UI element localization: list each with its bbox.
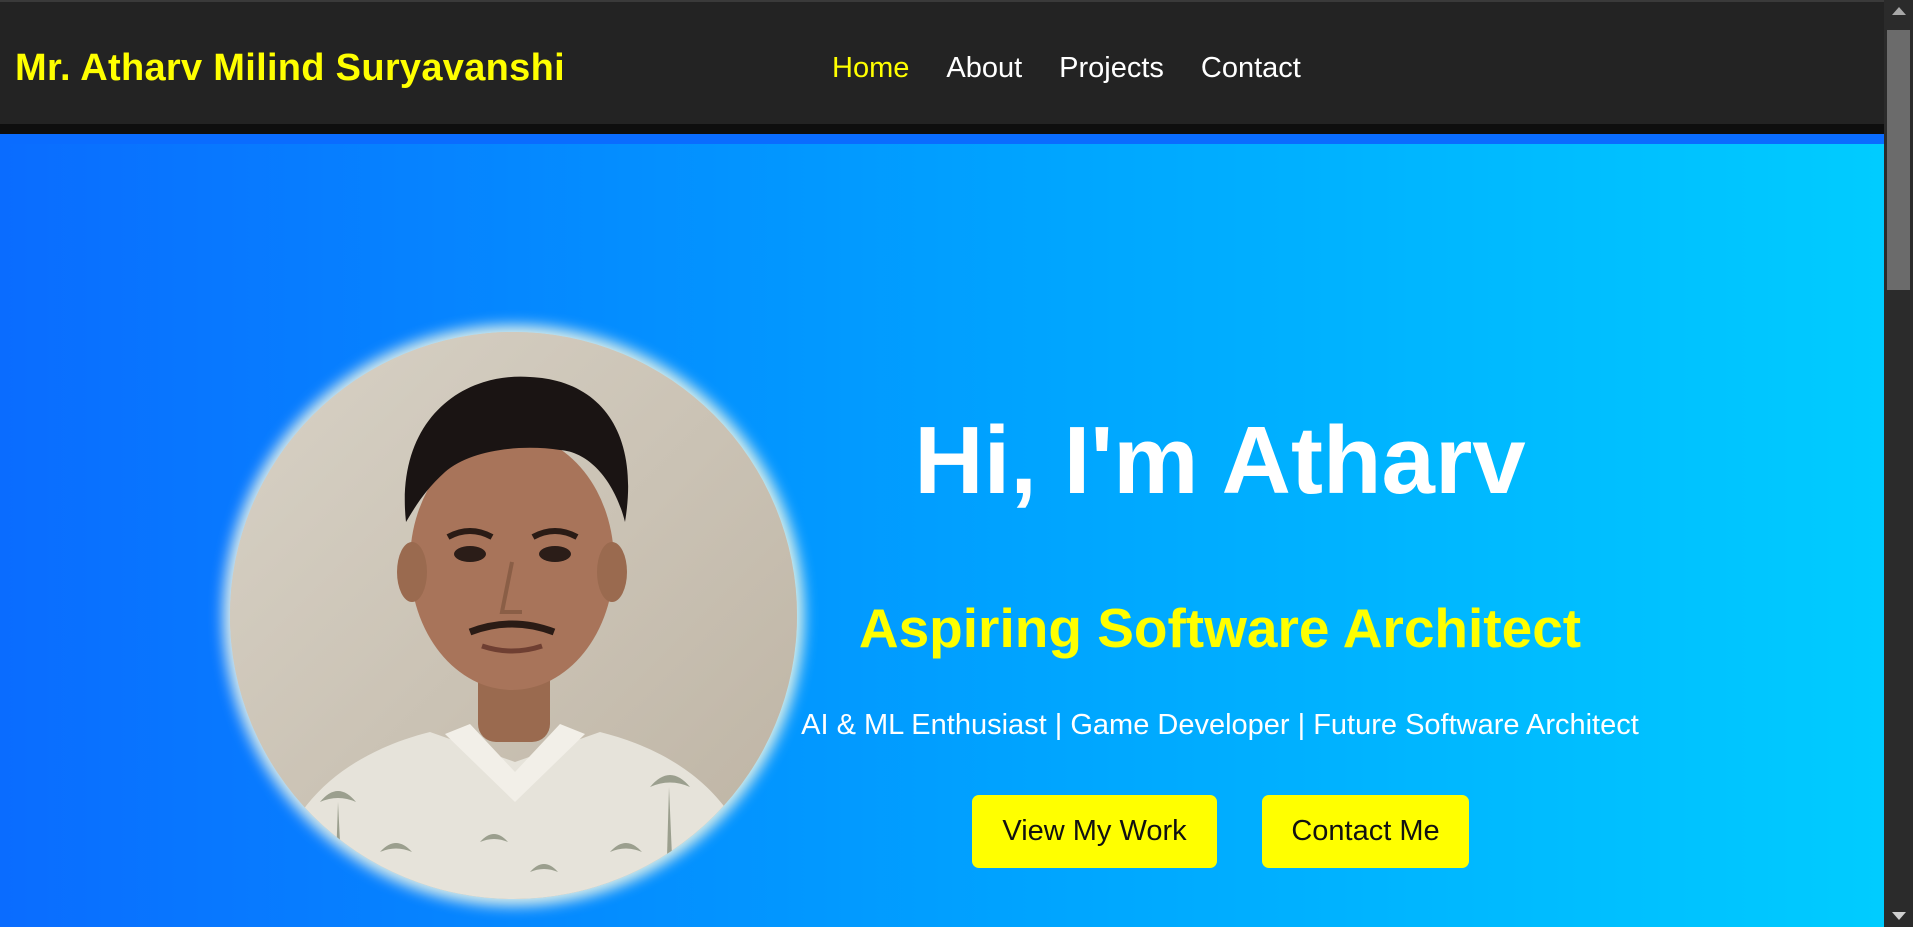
profile-photo xyxy=(230,332,797,899)
profile-photo-illustration xyxy=(230,332,797,899)
nav-links: Home About Projects Contact xyxy=(832,52,1301,85)
contact-me-button[interactable]: Contact Me xyxy=(1262,795,1469,868)
hero-section: Hi, I'm Atharv Aspiring Software Archite… xyxy=(0,144,1884,927)
view-my-work-button[interactable]: View My Work xyxy=(972,795,1217,868)
nav-link-home[interactable]: Home xyxy=(832,52,909,85)
nav-link-contact[interactable]: Contact xyxy=(1201,52,1301,85)
scroll-down-arrow-icon[interactable] xyxy=(1884,905,1913,927)
scroll-up-arrow-icon[interactable] xyxy=(1884,0,1913,22)
hero-title: Hi, I'm Atharv xyxy=(914,407,1526,514)
vertical-scrollbar[interactable] xyxy=(1884,0,1913,927)
hero-subtitle: Aspiring Software Architect xyxy=(858,597,1582,659)
hero-tagline: AI & ML Enthusiast | Game Developer | Fu… xyxy=(801,709,1639,741)
scrollbar-thumb[interactable] xyxy=(1887,30,1910,290)
nav-link-about[interactable]: About xyxy=(946,52,1022,85)
browser-viewport: Mr. Atharv Milind Suryavanshi Home About… xyxy=(0,0,1884,927)
site-brand[interactable]: Mr. Atharv Milind Suryavanshi xyxy=(15,47,565,90)
nav-link-projects[interactable]: Projects xyxy=(1059,52,1164,85)
navbar: Mr. Atharv Milind Suryavanshi Home About… xyxy=(0,0,1884,134)
